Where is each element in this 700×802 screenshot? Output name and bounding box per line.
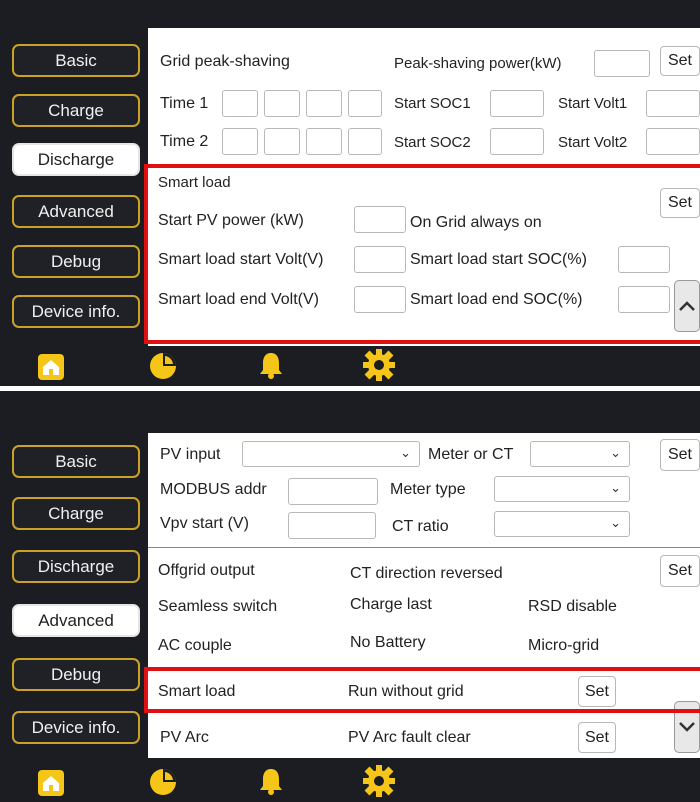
section-divider: [148, 547, 700, 548]
modbus-addr-label: MODBUS addr: [160, 481, 267, 498]
pie-chart-icon[interactable]: [148, 767, 178, 797]
start-soc1-label: Start SOC1: [394, 95, 471, 112]
time1-field-1[interactable]: [222, 90, 258, 117]
start-soc2-input[interactable]: [490, 128, 544, 155]
time2-field-4[interactable]: [348, 128, 382, 155]
general-set-button[interactable]: Set: [660, 439, 700, 471]
start-volt1-label: Start Volt1: [558, 95, 628, 112]
sidebar-item-basic[interactable]: Basic: [12, 445, 140, 478]
bell-icon[interactable]: [256, 350, 286, 380]
start-volt2-input[interactable]: [646, 128, 700, 155]
time2-field-1[interactable]: [222, 128, 258, 155]
toggles-set-button[interactable]: Set: [660, 555, 700, 587]
sidebar-item-device-info[interactable]: Device info.: [12, 711, 140, 744]
home-icon[interactable]: [36, 768, 66, 798]
sidebar-item-advanced[interactable]: Advanced: [12, 604, 140, 637]
sidebar-item-discharge[interactable]: Discharge: [12, 550, 140, 583]
start-volt2-label: Start Volt2: [558, 134, 628, 151]
ac-couple-toggle[interactable]: AC couple: [158, 636, 232, 656]
start-volt1-input[interactable]: [646, 90, 700, 117]
pv-arc-set-button[interactable]: Set: [578, 722, 616, 753]
sidebar-item-basic[interactable]: Basic: [12, 44, 140, 77]
sidebar-item-debug[interactable]: Debug: [12, 658, 140, 691]
vpv-start-label: Vpv start (V): [160, 515, 249, 532]
micro-grid-toggle[interactable]: Micro-grid: [528, 636, 599, 656]
advanced-settings-panel: Basic Charge Discharge Advanced Debug De…: [0, 391, 700, 802]
smart-load-row-highlight: [144, 667, 700, 713]
ct-ratio-label: CT ratio: [392, 518, 449, 535]
start-soc2-label: Start SOC2: [394, 134, 471, 151]
time2-field-2[interactable]: [264, 128, 300, 155]
time2-label: Time 2: [160, 133, 209, 150]
vpv-start-input[interactable]: [288, 512, 376, 539]
time2-field-3[interactable]: [306, 128, 342, 155]
ct-direction-reversed-toggle[interactable]: CT direction reversed: [350, 564, 503, 584]
ct-ratio-select[interactable]: ⌄: [494, 511, 630, 537]
gear-icon[interactable]: [362, 348, 396, 382]
peak-shaving-power-label: Peak-shaving power(kW): [394, 55, 562, 72]
peak-shaving-power-input[interactable]: [594, 50, 650, 77]
smart-load-highlight: [144, 164, 700, 344]
meter-or-ct-label: Meter or CT: [428, 446, 514, 463]
start-soc1-input[interactable]: [490, 90, 544, 117]
peak-shaving-set-button[interactable]: Set: [660, 46, 700, 76]
seamless-switch-toggle[interactable]: Seamless switch: [158, 597, 277, 617]
time1-field-3[interactable]: [306, 90, 342, 117]
pv-input-select[interactable]: ⌄: [242, 441, 420, 467]
sidebar-item-charge[interactable]: Charge: [12, 94, 140, 127]
charge-last-toggle[interactable]: Charge last: [350, 595, 432, 615]
sidebar-item-discharge[interactable]: Discharge: [12, 143, 140, 176]
grid-peak-shaving-label: Grid peak-shaving: [160, 53, 290, 70]
pie-chart-icon[interactable]: [148, 351, 178, 381]
meter-type-label: Meter type: [390, 481, 466, 498]
bell-icon[interactable]: [256, 766, 286, 796]
time1-field-4[interactable]: [348, 90, 382, 117]
modbus-addr-input[interactable]: [288, 478, 378, 505]
gear-icon[interactable]: [362, 764, 396, 798]
offgrid-output-toggle[interactable]: Offgrid output: [158, 561, 255, 581]
sidebar-item-charge[interactable]: Charge: [12, 497, 140, 530]
time1-label: Time 1: [160, 95, 209, 112]
time1-field-2[interactable]: [264, 90, 300, 117]
discharge-settings-panel: Basic Charge Discharge Advanced Debug De…: [0, 0, 700, 386]
sidebar-item-device-info[interactable]: Device info.: [12, 295, 140, 328]
pv-arc-toggle[interactable]: PV Arc: [160, 728, 209, 748]
pv-arc-fault-clear-toggle[interactable]: PV Arc fault clear: [348, 728, 471, 748]
meter-type-select[interactable]: ⌄: [494, 476, 630, 502]
sidebar-item-advanced[interactable]: Advanced: [12, 195, 140, 228]
chevron-down-icon: [679, 722, 695, 732]
pv-input-label: PV input: [160, 446, 221, 463]
meter-or-ct-select[interactable]: ⌄: [530, 441, 630, 467]
home-icon[interactable]: [36, 352, 66, 382]
no-battery-toggle[interactable]: No Battery: [350, 633, 426, 653]
rsd-disable-toggle[interactable]: RSD disable: [528, 597, 617, 617]
sidebar-item-debug[interactable]: Debug: [12, 245, 140, 278]
